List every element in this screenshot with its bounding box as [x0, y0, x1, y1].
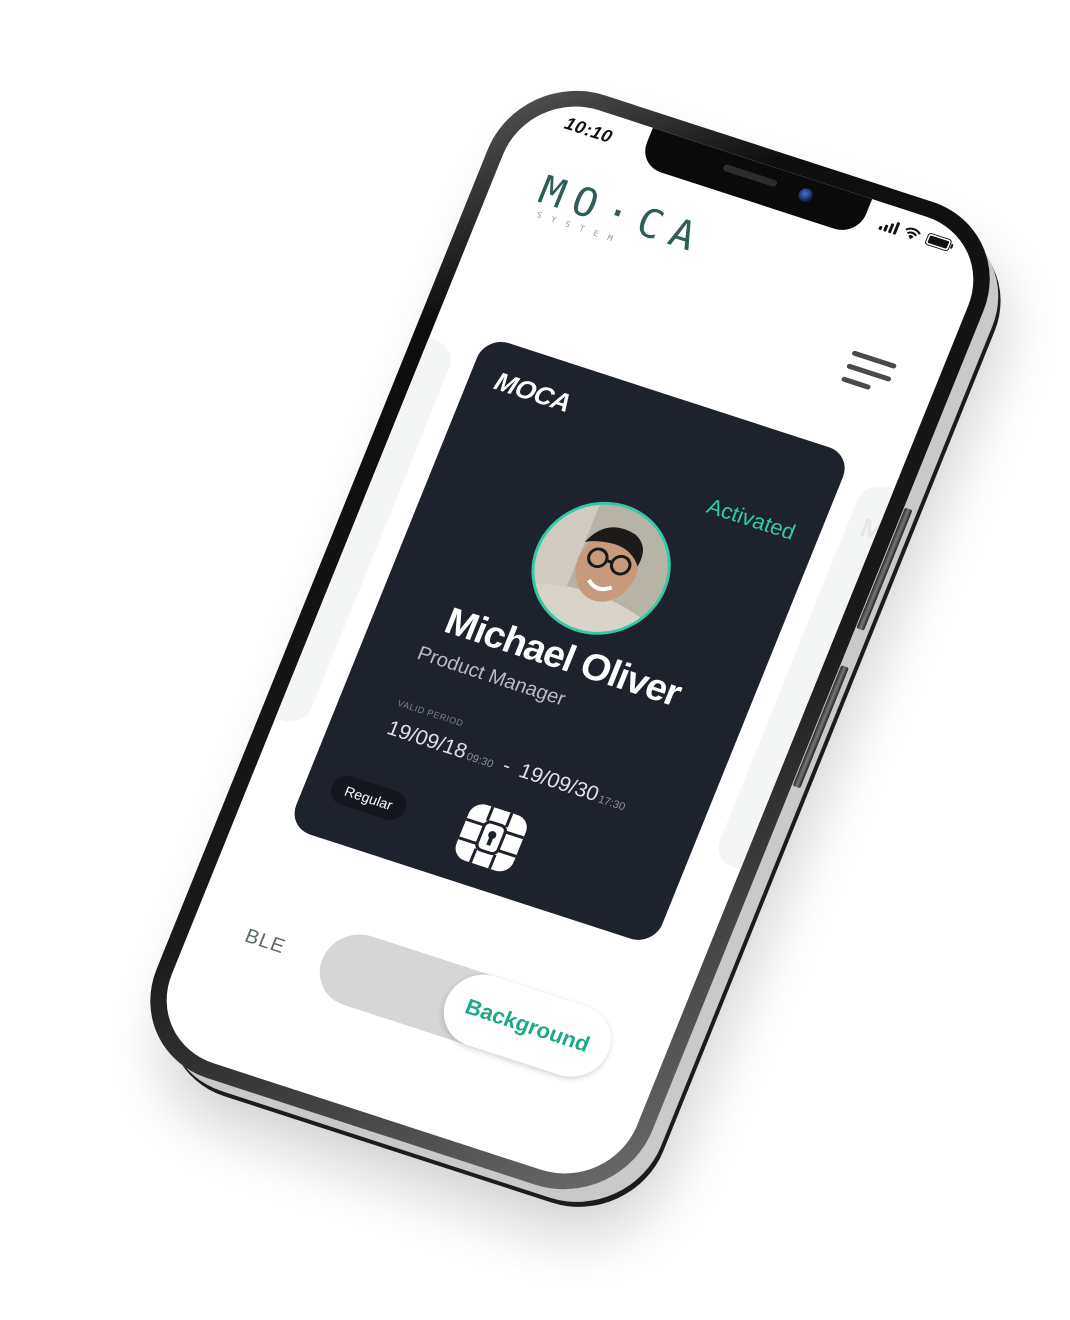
logo-text: MO·CA — [532, 167, 712, 264]
next-card-label: M — [856, 512, 889, 547]
front-camera-icon — [796, 186, 816, 204]
id-card[interactable]: MOCA Activated Michael Oliver Product Ma… — [287, 335, 852, 947]
speaker-grill — [722, 163, 779, 188]
mode-toggle-selected[interactable]: Background — [432, 965, 623, 1087]
end-time: 17:30 — [596, 793, 627, 814]
menu-icon[interactable] — [840, 350, 898, 396]
card-status: Activated — [703, 493, 800, 545]
start-time: 09:30 — [464, 750, 496, 771]
avatar-photo — [514, 487, 688, 649]
moca-logo: MO·CA SYSTEM — [530, 168, 712, 270]
wifi-icon — [901, 225, 923, 243]
battery-icon — [924, 232, 956, 253]
phone-screen: 10:10 MO·CA SYSTEM M MOCA Activated Mich… — [144, 87, 996, 1193]
valid-period: 19/09/1809:30 -19/09/3017:30 — [383, 717, 630, 817]
stage: 10:10 MO·CA SYSTEM M MOCA Activated Mich… — [0, 0, 1070, 1320]
mode-label: BLE — [241, 925, 289, 959]
card-brand: MOCA — [490, 366, 576, 418]
status-icons — [878, 217, 955, 253]
end-date: 19/09/30 — [515, 759, 603, 807]
signal-icon — [878, 217, 901, 235]
chip-icon — [455, 804, 527, 872]
tier-badge: Regular — [326, 772, 412, 824]
mode-toggle[interactable]: Background — [308, 924, 623, 1087]
period-separator: - — [499, 754, 515, 778]
status-time: 10:10 — [561, 113, 616, 147]
phone-frame: 10:10 MO·CA SYSTEM M MOCA Activated Mich… — [123, 68, 1017, 1212]
